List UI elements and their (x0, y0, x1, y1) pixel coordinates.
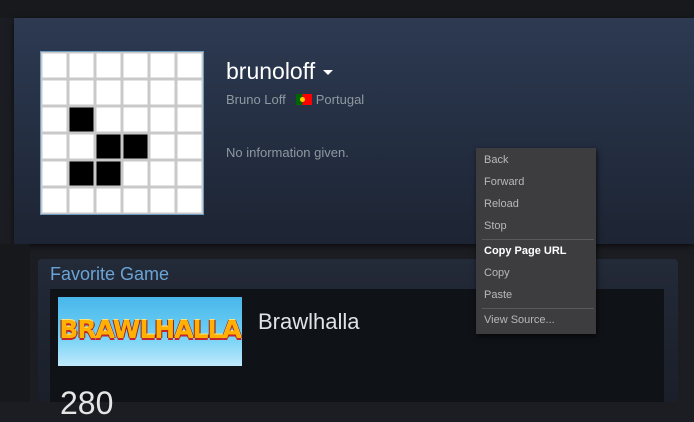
menu-item-copy-page-url[interactable]: Copy Page URL (484, 243, 594, 259)
avatar-pixel-empty (96, 107, 121, 132)
avatar-pixel-filled (69, 161, 94, 186)
game-name-link[interactable]: Brawlhalla (258, 309, 360, 335)
menu-item-view-source[interactable]: View Source... (484, 312, 594, 328)
avatar-pixel-empty (177, 161, 202, 186)
real-name-location: Bruno Loff Portugal (226, 92, 364, 107)
avatar-pixel-filled (69, 107, 94, 132)
hours-played-value: 280 (60, 385, 114, 421)
avatar-pixel-empty (42, 134, 67, 159)
avatar-pixel-empty (96, 53, 121, 78)
avatar-pixel-empty (42, 107, 67, 132)
avatar-pixel-empty (177, 53, 202, 78)
avatar-pixel-empty (150, 107, 175, 132)
avatar-pixel-empty (123, 107, 148, 132)
avatar-pixel-empty (123, 188, 148, 213)
avatar-pixel-filled (123, 134, 148, 159)
avatar-pixel-empty (69, 53, 94, 78)
persona-name-dropdown[interactable]: brunoloff (226, 58, 334, 85)
avatar-pixel-filled (96, 161, 121, 186)
avatar-pixel-empty (177, 80, 202, 105)
avatar-pixel-empty (42, 161, 67, 186)
country: Portugal (315, 92, 365, 107)
menu-separator (482, 308, 594, 309)
avatar-pixel-empty (42, 53, 67, 78)
menu-item-forward[interactable]: Forward (484, 174, 594, 190)
avatar-pixel-filled (96, 134, 121, 159)
real-name: Bruno Loff (226, 92, 286, 107)
favorite-game-title: Favorite Game (50, 264, 170, 284)
avatar-pixel-empty (69, 80, 94, 105)
portugal-flag-icon (295, 94, 312, 105)
context-menu: Back Forward Reload Stop Copy Page URL C… (476, 148, 596, 334)
menu-item-paste[interactable]: Paste (484, 287, 594, 303)
menu-item-copy[interactable]: Copy (484, 265, 594, 281)
menu-item-back[interactable]: Back (484, 152, 594, 168)
avatar-pixel-empty (177, 107, 202, 132)
menu-item-stop[interactable]: Stop (484, 218, 594, 234)
avatar-image (41, 52, 203, 214)
avatar-pixel-empty (42, 80, 67, 105)
top-bar (0, 0, 694, 18)
profile-summary: No information given. (226, 145, 349, 160)
avatar-pixel-empty (150, 80, 175, 105)
game-banner-image[interactable]: BRAWLHALLA (58, 297, 242, 366)
persona-name: brunoloff (226, 58, 316, 84)
avatar-pixel-empty (123, 161, 148, 186)
left-sidebar-shadow (0, 244, 30, 402)
avatar-pixel-empty (150, 161, 175, 186)
avatar-pixel-empty (177, 188, 202, 213)
avatar-pixel-empty (69, 188, 94, 213)
avatar-pixel-empty (96, 80, 121, 105)
avatar-pixel-empty (96, 188, 121, 213)
avatar-pixel-empty (177, 134, 202, 159)
avatar-pixel-empty (123, 53, 148, 78)
avatar-pixel-empty (150, 53, 175, 78)
menu-separator (482, 239, 594, 240)
avatar-pixel-empty (42, 188, 67, 213)
avatar-pixel-empty (150, 188, 175, 213)
game-logo: BRAWLHALLA (59, 315, 242, 344)
avatar-pixel-empty (150, 134, 175, 159)
avatar-pixel-empty (69, 134, 94, 159)
menu-item-reload[interactable]: Reload (484, 196, 594, 212)
chevron-down-icon[interactable] (323, 70, 334, 76)
avatar[interactable] (40, 51, 204, 215)
avatar-pixel-empty (123, 80, 148, 105)
